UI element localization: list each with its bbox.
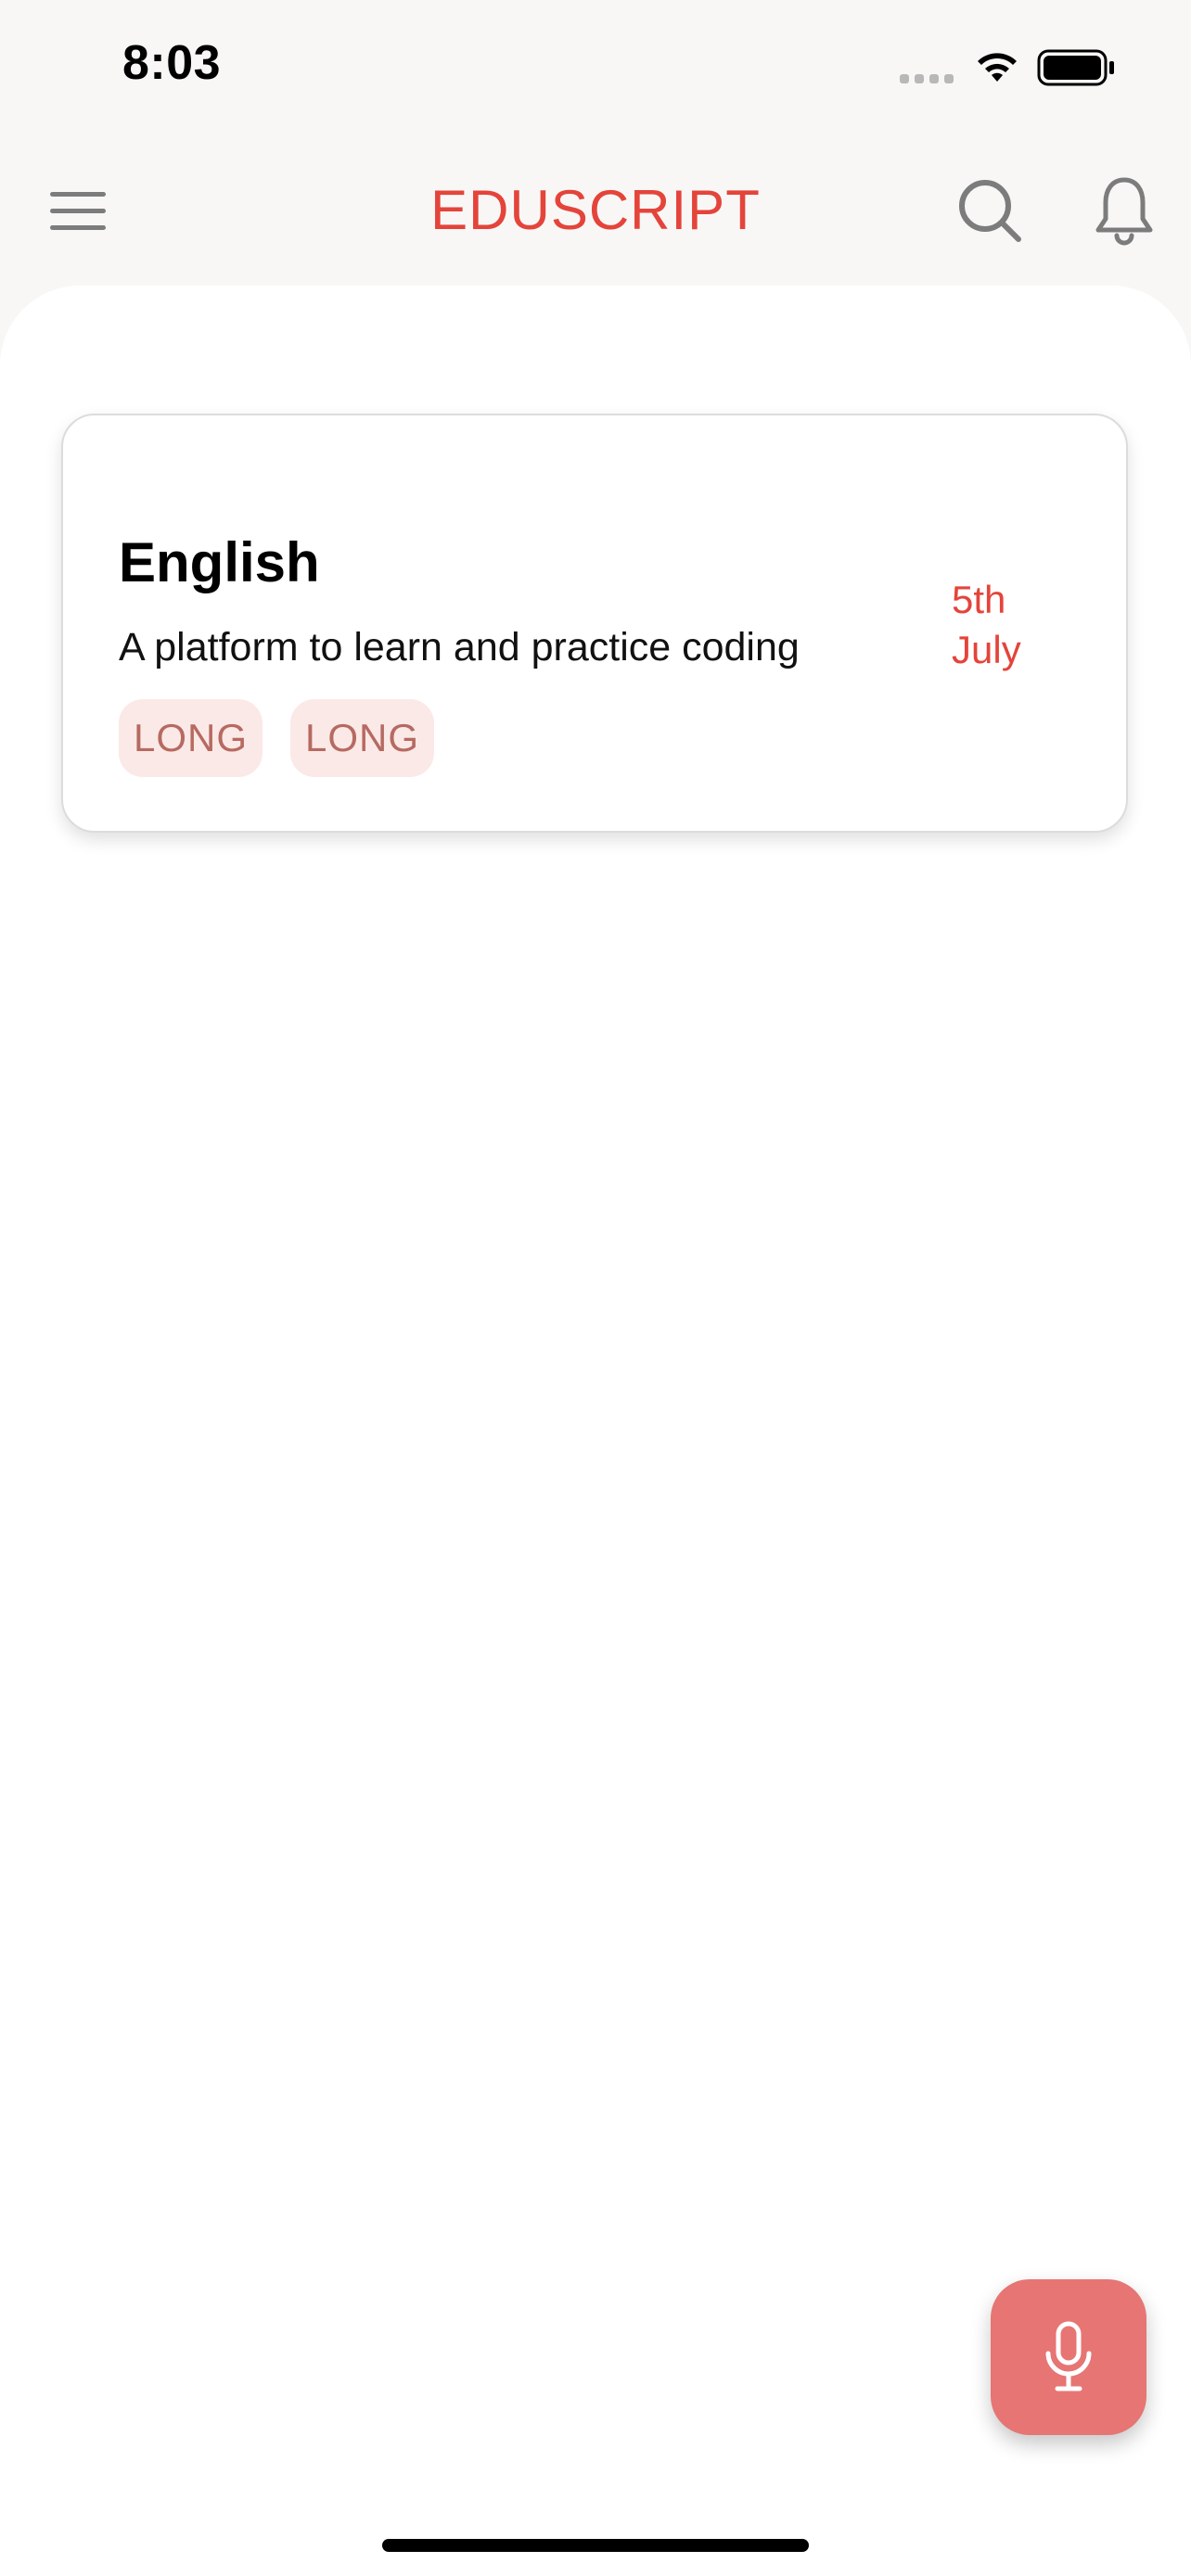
tag-chip[interactable]: LONG <box>290 699 435 777</box>
home-indicator <box>382 2539 809 2552</box>
status-bar: 8:03 <box>0 0 1191 130</box>
microphone-icon <box>1045 2321 1092 2391</box>
course-card[interactable]: English A platform to learn and practice… <box>61 414 1128 833</box>
content-sheet: English A platform to learn and practice… <box>0 286 1191 2576</box>
tag-list: LONG LONG <box>119 699 435 777</box>
card-date: 5th July <box>952 575 1021 675</box>
app-bar: EDUSCRIPT <box>0 130 1191 287</box>
tag-chip[interactable]: LONG <box>119 699 263 777</box>
bell-icon[interactable] <box>1093 174 1156 247</box>
cellular-signal-icon <box>900 74 954 83</box>
status-time: 8:03 <box>122 36 222 90</box>
search-icon[interactable] <box>955 176 1024 245</box>
card-date-day: 5th <box>952 578 1006 621</box>
card-date-month: July <box>952 628 1021 671</box>
card-title: English <box>119 531 320 593</box>
battery-icon <box>1037 49 1114 86</box>
microphone-button[interactable] <box>991 2279 1146 2435</box>
wifi-icon <box>978 53 1017 82</box>
card-description: A platform to learn and practice coding <box>119 625 800 670</box>
